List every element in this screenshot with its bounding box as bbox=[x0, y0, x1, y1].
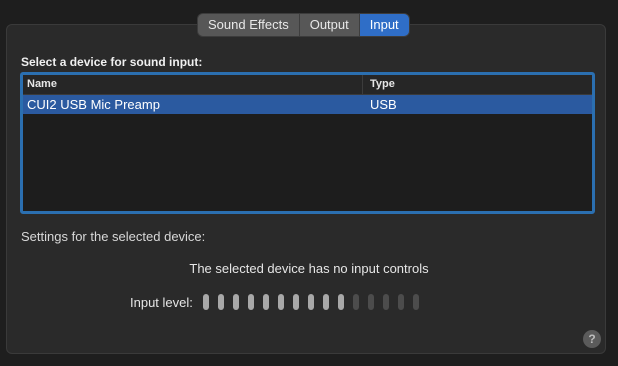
input-level-label: Input level: bbox=[130, 294, 193, 310]
input-level-segment bbox=[337, 294, 344, 310]
help-button[interactable]: ? bbox=[583, 330, 601, 348]
input-level-segment bbox=[367, 294, 374, 310]
device-name-cell: CUI2 USB Mic Preamp bbox=[27, 97, 160, 112]
input-level-segment bbox=[247, 294, 254, 310]
input-level-segment bbox=[322, 294, 329, 310]
tab-input[interactable]: Input bbox=[359, 14, 409, 36]
device-table[interactable]: Name Type CUI2 USB Mic Preamp USB bbox=[20, 72, 595, 214]
device-section-title: Select a device for sound input: bbox=[21, 55, 203, 69]
settings-section-title: Settings for the selected device: bbox=[21, 229, 206, 244]
input-level-row: Input level: bbox=[130, 294, 419, 310]
input-level-segment bbox=[277, 294, 284, 310]
input-level-segment bbox=[217, 294, 224, 310]
input-level-segment bbox=[232, 294, 239, 310]
tab-sound-effects[interactable]: Sound Effects bbox=[198, 14, 300, 36]
no-input-controls-message: The selected device has no input control… bbox=[189, 261, 429, 276]
table-row[interactable]: CUI2 USB Mic Preamp USB bbox=[23, 95, 592, 114]
column-header-name[interactable]: Name bbox=[23, 75, 363, 94]
input-level-segment bbox=[307, 294, 314, 310]
sound-preferences-window: Sound Effects Output Input Select a devi… bbox=[0, 0, 618, 366]
input-level-segment bbox=[262, 294, 269, 310]
tab-bar: Sound Effects Output Input bbox=[198, 14, 409, 36]
input-level-segment bbox=[382, 294, 389, 310]
input-level-segment bbox=[292, 294, 299, 310]
table-header: Name Type bbox=[23, 75, 592, 95]
input-level-segment bbox=[352, 294, 359, 310]
input-level-meter bbox=[202, 294, 419, 310]
input-level-segment bbox=[397, 294, 404, 310]
input-level-segment bbox=[412, 294, 419, 310]
column-header-type[interactable]: Type bbox=[363, 75, 395, 94]
device-type-cell: USB bbox=[370, 97, 397, 112]
tab-output[interactable]: Output bbox=[299, 14, 360, 36]
input-level-segment bbox=[202, 294, 209, 310]
